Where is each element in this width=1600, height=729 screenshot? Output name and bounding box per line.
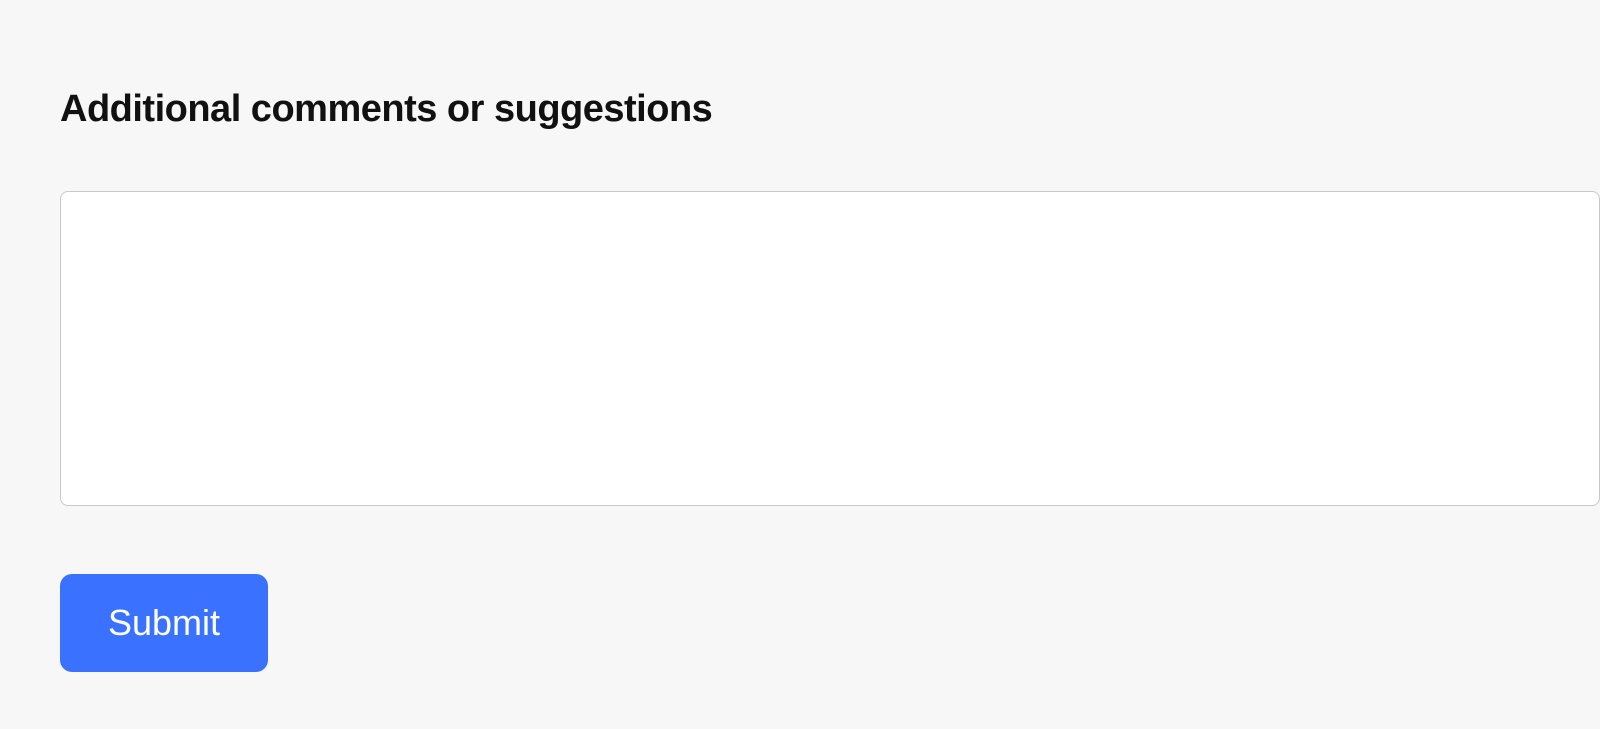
form-section: Additional comments or suggestions Submi… bbox=[0, 0, 1600, 672]
comments-label: Additional comments or suggestions bbox=[60, 88, 1600, 131]
comments-input[interactable] bbox=[60, 191, 1600, 506]
submit-button[interactable]: Submit bbox=[60, 574, 268, 672]
